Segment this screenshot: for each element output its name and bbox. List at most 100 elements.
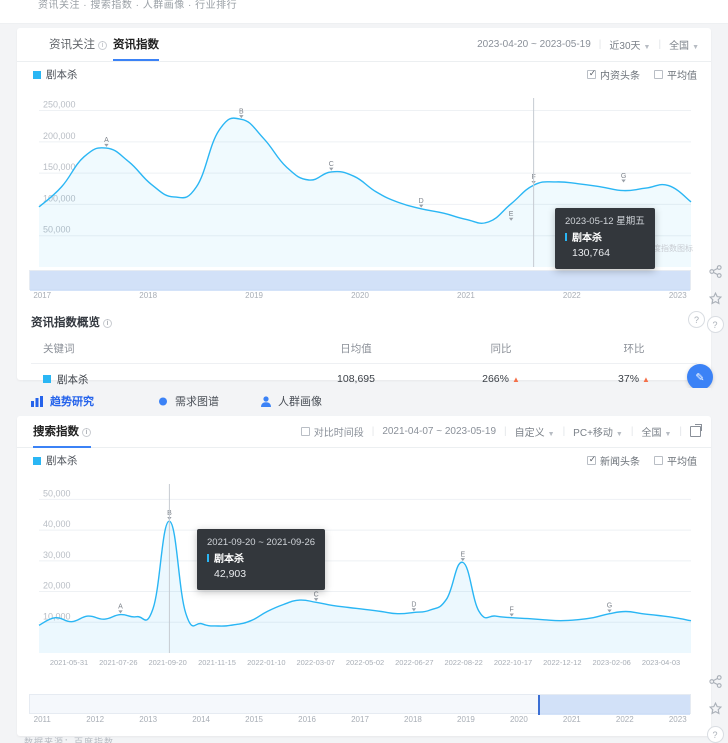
timeline-selection[interactable] [538, 695, 690, 715]
news-range-preset-dropdown[interactable]: 近30天▼ [609, 37, 650, 52]
timeline-year-label: 2012 [86, 715, 104, 724]
timeline-year-label: 2021 [457, 291, 475, 300]
divider: | [372, 426, 375, 437]
timeline-year-label: 2017 [33, 291, 51, 300]
search-index-chart[interactable]: 10,00020,00030,00040,00050,000ABCDEFG202… [27, 474, 699, 679]
info-icon[interactable]: i [98, 41, 107, 50]
chart-annotation-label: C [329, 161, 334, 168]
share-icon[interactable] [706, 672, 724, 690]
search-checkbox-news-headline-label: 新闻头条 [600, 453, 640, 468]
chart-annotation-label: A [104, 137, 109, 144]
x-axis-tick-label: 2023-02-06 [592, 658, 630, 667]
open-external-icon[interactable] [690, 426, 701, 437]
star-icon[interactable] [706, 289, 724, 307]
news-timeline-slider[interactable]: 2017201820192020202120222023 [29, 270, 691, 306]
timeline-selection[interactable] [30, 271, 690, 291]
news-legend-checkboxes: 内资头条 平均值 [587, 67, 697, 82]
compare-period-checkbox[interactable]: 对比时间段 [301, 424, 364, 439]
col-header-yoy: 同比 [431, 341, 571, 356]
checkbox-icon [587, 456, 596, 465]
page-top-sliver: 资讯关注 · 搜索指数 · 人群画像 · 行业排行 [0, 0, 728, 24]
search-legend-checkboxes: 新闻头条 平均值 [587, 453, 697, 468]
search-region-dropdown[interactable]: 全国▼ [641, 424, 671, 439]
arrow-up-icon: ▲ [512, 375, 520, 384]
news-checkbox-average[interactable]: 平均值 [654, 67, 697, 82]
timeline-handle[interactable] [538, 695, 540, 715]
tab-news-index-label: 资讯指数 [113, 39, 159, 51]
device-dropdown[interactable]: PC+移动▼ [573, 424, 623, 439]
timeline-year-label: 2020 [351, 291, 369, 300]
chart-annotation-label: G [621, 173, 626, 180]
search-legend-keyword[interactable]: 剧本杀 [33, 453, 78, 468]
cell-mom-value: 37% [618, 373, 639, 385]
tooltip-series-name: 剧本杀 [207, 553, 315, 568]
overview-title: 资讯指数概览i [31, 314, 112, 330]
feedback-icon[interactable]: ✎ [687, 364, 713, 390]
compare-period-label: 对比时间段 [314, 424, 364, 439]
y-axis-tick-label: 30,000 [43, 550, 71, 560]
chart-annotation-label: E [509, 211, 514, 218]
chart-annotation-label: A [118, 604, 123, 611]
info-icon[interactable]: i [103, 319, 112, 328]
news-legend-keyword-label: 剧本杀 [46, 67, 78, 82]
nav-demand-graph[interactable]: 需求图谱 [157, 393, 219, 409]
search-chart-tooltip: 2021-09-20 ~ 2021-09-26 剧本杀 42,903 [197, 529, 325, 590]
search-timeline-slider[interactable]: 2011201220132014201520162017201820192020… [29, 694, 691, 730]
chart-annotation-label: D [411, 601, 416, 608]
chart-annotation-label: D [419, 198, 424, 205]
tab-news-attention[interactable]: 资讯关注i [49, 36, 107, 52]
chevron-down-icon: ▼ [616, 431, 623, 438]
x-axis-tick-label: 2022-01-10 [247, 658, 285, 667]
x-axis-tick-label: 2022-06-27 [395, 658, 433, 667]
search-date-range: 2021-04-07 ~ 2023-05-19 [382, 426, 496, 437]
chart-area-fill [39, 521, 691, 653]
timeline-track[interactable] [29, 270, 691, 290]
legend-color-swatch [43, 375, 51, 383]
timeline-year-label: 2018 [139, 291, 157, 300]
chevron-down-icon: ▼ [692, 44, 699, 51]
chart-annotation-marker [607, 609, 611, 612]
cell-daily-avg: 108,695 [281, 373, 431, 385]
legend-color-swatch [33, 457, 41, 465]
divider: | [631, 426, 634, 437]
x-axis-tick-label: 2022-08-22 [444, 658, 482, 667]
chart-annotation-marker [329, 168, 333, 171]
timeline-year-label: 2022 [563, 291, 581, 300]
help-icon[interactable]: ? [688, 311, 705, 328]
star-icon[interactable] [706, 699, 724, 717]
y-axis-tick-label: 20,000 [43, 581, 71, 591]
tab-news-attention-label: 资讯关注 [49, 39, 95, 51]
timeline-year-label: 2019 [457, 715, 475, 724]
nav-trend-research[interactable]: 趋势研究 [31, 393, 94, 409]
question-icon[interactable]: ? [707, 316, 724, 333]
news-checkbox-headline[interactable]: 内资头条 [587, 67, 640, 82]
y-axis-tick-label: 150,000 [43, 162, 76, 172]
search-index-card: 搜索指数i 对比时间段 | 2021-04-07 ~ 2023-05-19 | … [17, 416, 711, 736]
table-header-row: 关键词 日均值 同比 环比 [31, 334, 697, 364]
search-region-label: 全国 [641, 428, 661, 439]
tab-search-index[interactable]: 搜索指数i [33, 423, 91, 439]
keyword-with-swatch: 剧本杀 [43, 372, 281, 387]
search-card-header: 搜索指数i 对比时间段 | 2021-04-07 ~ 2023-05-19 | … [17, 416, 711, 448]
device-label: PC+移动 [573, 428, 613, 439]
nav-audience-portrait[interactable]: 人群画像 [260, 393, 322, 409]
share-icon[interactable] [706, 262, 724, 280]
right-rail-top: ? [704, 262, 726, 333]
overview-table: 关键词 日均值 同比 环比 剧本杀 108,695 266%▲ 37%▲ [31, 334, 697, 394]
search-range-preset-dropdown[interactable]: 自定义▼ [515, 424, 555, 439]
news-region-dropdown[interactable]: 全国▼ [669, 37, 699, 52]
checkbox-icon [654, 456, 663, 465]
col-header-mom: 环比 [571, 341, 697, 356]
timeline-track[interactable] [29, 694, 691, 714]
divider: | [504, 426, 507, 437]
news-legend-keyword[interactable]: 剧本杀 [33, 67, 78, 82]
news-card-tabbar: 资讯关注i 资讯指数 2023-04-20 ~ 2023-05-19 | 近30… [17, 28, 711, 62]
search-checkbox-average[interactable]: 平均值 [654, 453, 697, 468]
search-checkbox-news-headline[interactable]: 新闻头条 [587, 453, 640, 468]
question-icon[interactable]: ? [707, 726, 724, 743]
timeline-year-label: 2018 [404, 715, 422, 724]
timeline-year-label: 2017 [351, 715, 369, 724]
col-header-daily-avg: 日均值 [281, 341, 431, 356]
info-icon[interactable]: i [82, 428, 91, 437]
tab-news-index[interactable]: 资讯指数 [113, 36, 159, 52]
